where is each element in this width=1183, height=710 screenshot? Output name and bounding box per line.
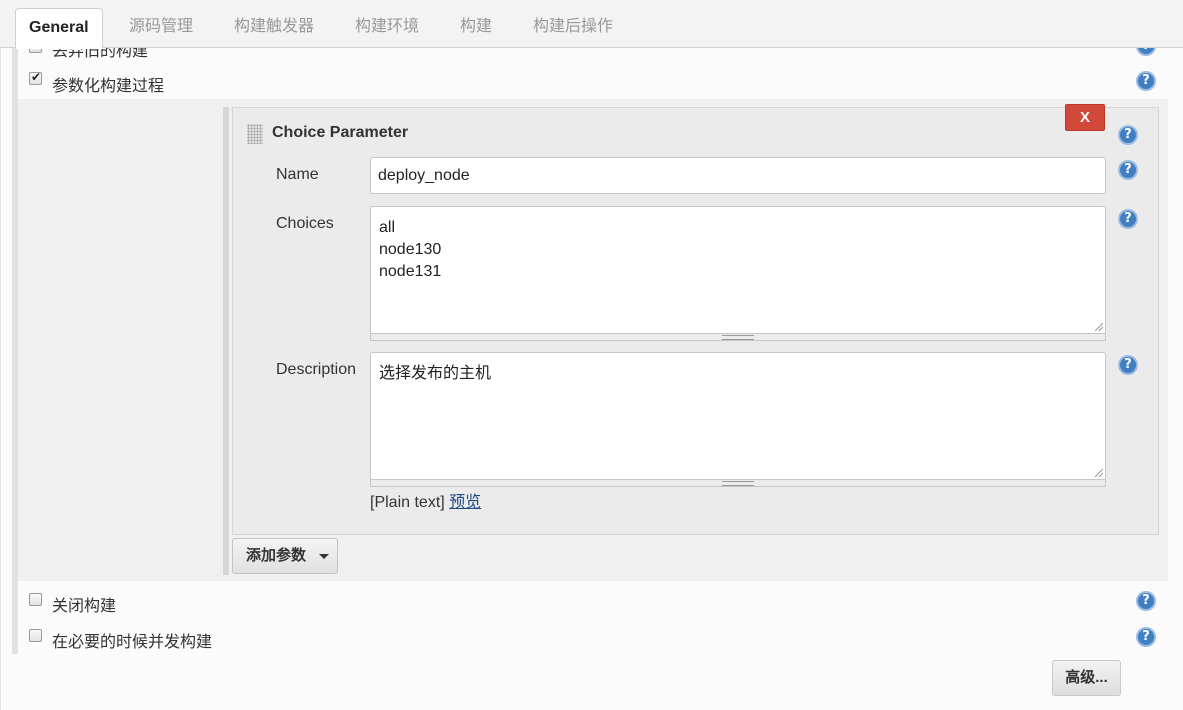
help-icon[interactable]: ? — [1136, 71, 1156, 91]
concurrent-build-label: 在必要的时候并发构建 — [52, 634, 213, 651]
choices-text: all node130 node131 — [379, 219, 442, 280]
drag-handle-icon[interactable] — [247, 124, 263, 144]
help-icon[interactable]: ? — [1136, 591, 1156, 611]
description-textarea[interactable]: 选择发布的主机 — [370, 352, 1106, 480]
plain-text-label: [Plain text] — [370, 494, 445, 511]
parameterized-label: 参数化构建过程 — [52, 78, 165, 95]
resize-grip-icon[interactable] — [1095, 469, 1103, 477]
help-icon[interactable]: ? — [1118, 355, 1138, 375]
description-label: Description — [276, 361, 357, 378]
description-text: 选择发布的主机 — [379, 365, 492, 382]
tab-bar-overlay: General 源码管理 构建触发器 构建环境 构建 构建后操作 — [0, 0, 1183, 49]
resize-grip-icon[interactable] — [1095, 323, 1103, 331]
help-icon[interactable]: ? — [1118, 125, 1138, 145]
choices-resize-bar[interactable] — [370, 334, 1106, 341]
choices-label: Choices — [276, 215, 334, 232]
disable-build-label: 关闭构建 — [52, 598, 117, 615]
preview-link[interactable]: 预览 — [449, 494, 481, 511]
choices-textarea[interactable]: all node130 node131 — [370, 206, 1106, 334]
tab-build-triggers[interactable]: 构建触发器 — [221, 8, 327, 48]
help-icon[interactable]: ? — [1118, 160, 1138, 180]
tab-scm[interactable]: 源码管理 — [116, 8, 206, 48]
advanced-button[interactable]: 高级... — [1052, 660, 1121, 696]
add-parameter-button[interactable]: 添加参数 — [232, 538, 338, 574]
parameter-title: Choice Parameter — [272, 124, 409, 141]
help-icon[interactable]: ? — [1136, 627, 1156, 647]
add-parameter-label: 添加参数 — [246, 547, 307, 564]
caret-down-icon — [319, 554, 329, 559]
parameterized-checkbox[interactable] — [29, 70, 42, 85]
concurrent-build-checkbox[interactable] — [29, 629, 42, 642]
tab-build-environment[interactable]: 构建环境 — [342, 8, 432, 48]
tab-post-build[interactable]: 构建后操作 — [520, 8, 626, 48]
name-input[interactable] — [370, 157, 1106, 194]
tab-general[interactable]: General — [15, 8, 103, 49]
name-label: Name — [276, 166, 319, 183]
help-icon[interactable]: ? — [1118, 209, 1138, 229]
disable-build-checkbox[interactable] — [29, 593, 42, 606]
markup-format-note: [Plain text] 预览 — [370, 488, 481, 512]
delete-parameter-button[interactable]: X — [1065, 104, 1105, 131]
description-resize-bar[interactable] — [370, 480, 1106, 487]
parameter-rail — [223, 107, 229, 575]
tab-build[interactable]: 构建 — [447, 8, 505, 48]
